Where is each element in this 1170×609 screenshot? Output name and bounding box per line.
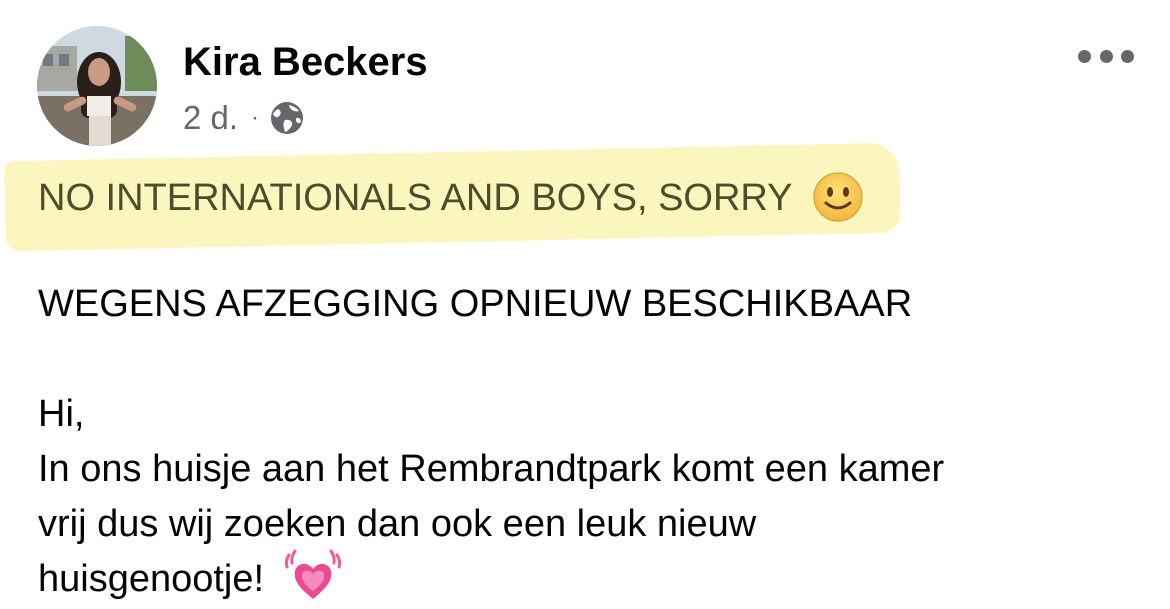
beating-heart-emoji <box>284 549 341 599</box>
body-line-last: huisgenootje! <box>38 549 343 605</box>
more-options-icon <box>1099 49 1113 63</box>
more-options-icon <box>1121 49 1134 63</box>
body-line: WEGENS AFZEGGING OPNIEUW BESCHIKBAAR <box>38 283 913 325</box>
slightly-smiling-face-emoji <box>813 172 863 222</box>
post-meta: 2 d. · <box>183 96 305 140</box>
highlighted-line-text: NO INTERNATIONALS AND BOYS, SORRY <box>38 177 792 219</box>
body-line: Hi, <box>38 393 85 435</box>
meta-separator: · <box>251 104 260 131</box>
body-line-text: huisgenootje! <box>38 558 265 600</box>
body-line: In ons huisje aan het Rembrandtpark komt… <box>38 448 945 490</box>
avatar[interactable] <box>37 26 157 146</box>
more-options-icon <box>1078 49 1091 63</box>
highlighted-line: NO INTERNATIONALS AND BOYS, SORRY <box>38 172 864 224</box>
more-options-button[interactable] <box>1078 36 1134 76</box>
avatar-photo <box>37 26 157 146</box>
globe-icon[interactable] <box>269 100 305 136</box>
body-line: vrij dus wij zoeken dan ook een leuk nie… <box>38 503 757 545</box>
facebook-post: Kira Beckers 2 d. · NO INTERNATIONALS AN… <box>0 0 1170 609</box>
author-name[interactable]: Kira Beckers <box>183 36 428 88</box>
post-time[interactable]: 2 d. <box>183 99 238 137</box>
